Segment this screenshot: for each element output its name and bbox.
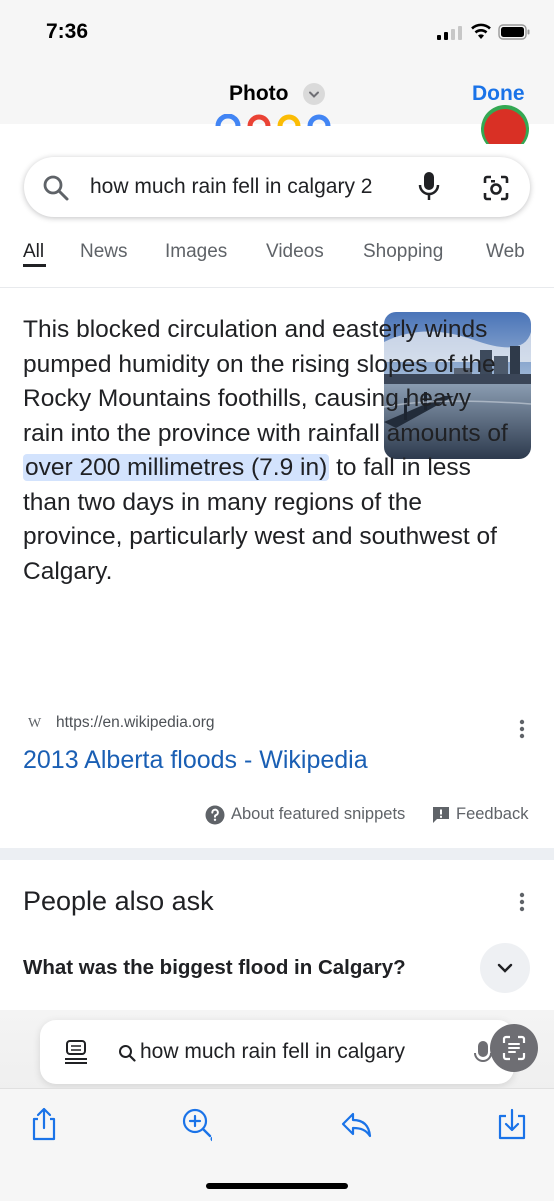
status-time: 7:36 — [46, 20, 89, 43]
chevron-down-icon[interactable] — [303, 83, 325, 105]
wifi-icon — [471, 23, 491, 39]
tab-shopping[interactable]: Shopping — [363, 241, 443, 263]
tab-news[interactable]: News — [80, 241, 128, 263]
source-url[interactable]: https://en.wikipedia.org — [56, 714, 215, 732]
battery-icon — [498, 24, 530, 40]
more-options-icon[interactable] — [516, 891, 528, 913]
wikipedia-favicon-icon: W — [28, 716, 42, 731]
tab-all[interactable]: All — [23, 241, 44, 263]
done-button[interactable]: Done — [472, 82, 525, 106]
reply-icon[interactable] — [340, 1106, 372, 1142]
result-title-link[interactable]: 2013 Alberta floods - Wikipedia — [23, 746, 368, 775]
tab-videos[interactable]: Videos — [266, 241, 324, 263]
help-icon[interactable] — [205, 805, 225, 825]
tab-images[interactable]: Images — [165, 241, 227, 263]
live-text-button[interactable] — [490, 1024, 538, 1072]
section-separator — [0, 848, 554, 860]
about-featured-snippets-link[interactable]: About featured snippets — [231, 805, 405, 824]
markup-icon[interactable] — [180, 1106, 212, 1142]
share-icon[interactable] — [28, 1106, 60, 1142]
google-logo-icon — [215, 114, 331, 126]
chevron-down-icon[interactable] — [480, 943, 530, 993]
camera-lens-icon[interactable] — [482, 174, 510, 202]
page-menu-icon[interactable] — [64, 1039, 88, 1065]
snippet-text-before: This blocked circulation and easterly wi… — [23, 316, 508, 447]
more-options-icon[interactable] — [516, 718, 528, 740]
tab-web[interactable]: Web — [486, 241, 525, 263]
tab-active-indicator — [23, 264, 46, 267]
feedback-link[interactable]: Feedback — [456, 805, 528, 824]
avatar[interactable] — [480, 104, 530, 144]
home-indicator[interactable] — [206, 1183, 348, 1189]
cellular-signal-icon — [437, 26, 462, 40]
featured-snippet-text: This blocked circulation and easterly wi… — [23, 313, 513, 589]
paa-question[interactable]: What was the biggest flood in Calgary? — [23, 956, 406, 980]
snippet-highlight: over 200 millimetres (7.9 in) — [23, 454, 330, 481]
address-bar-text[interactable]: how much rain fell in calgary — [140, 1040, 405, 1064]
save-icon[interactable] — [496, 1106, 528, 1142]
nav-title: Photo — [229, 82, 289, 105]
divider — [0, 287, 554, 288]
people-also-ask-title: People also ask — [23, 886, 214, 916]
mic-icon[interactable] — [416, 170, 442, 206]
search-input[interactable]: how much rain fell in calgary 2 — [90, 175, 396, 199]
feedback-icon[interactable] — [432, 806, 450, 824]
search-icon — [119, 1045, 136, 1062]
search-icon — [43, 175, 69, 201]
